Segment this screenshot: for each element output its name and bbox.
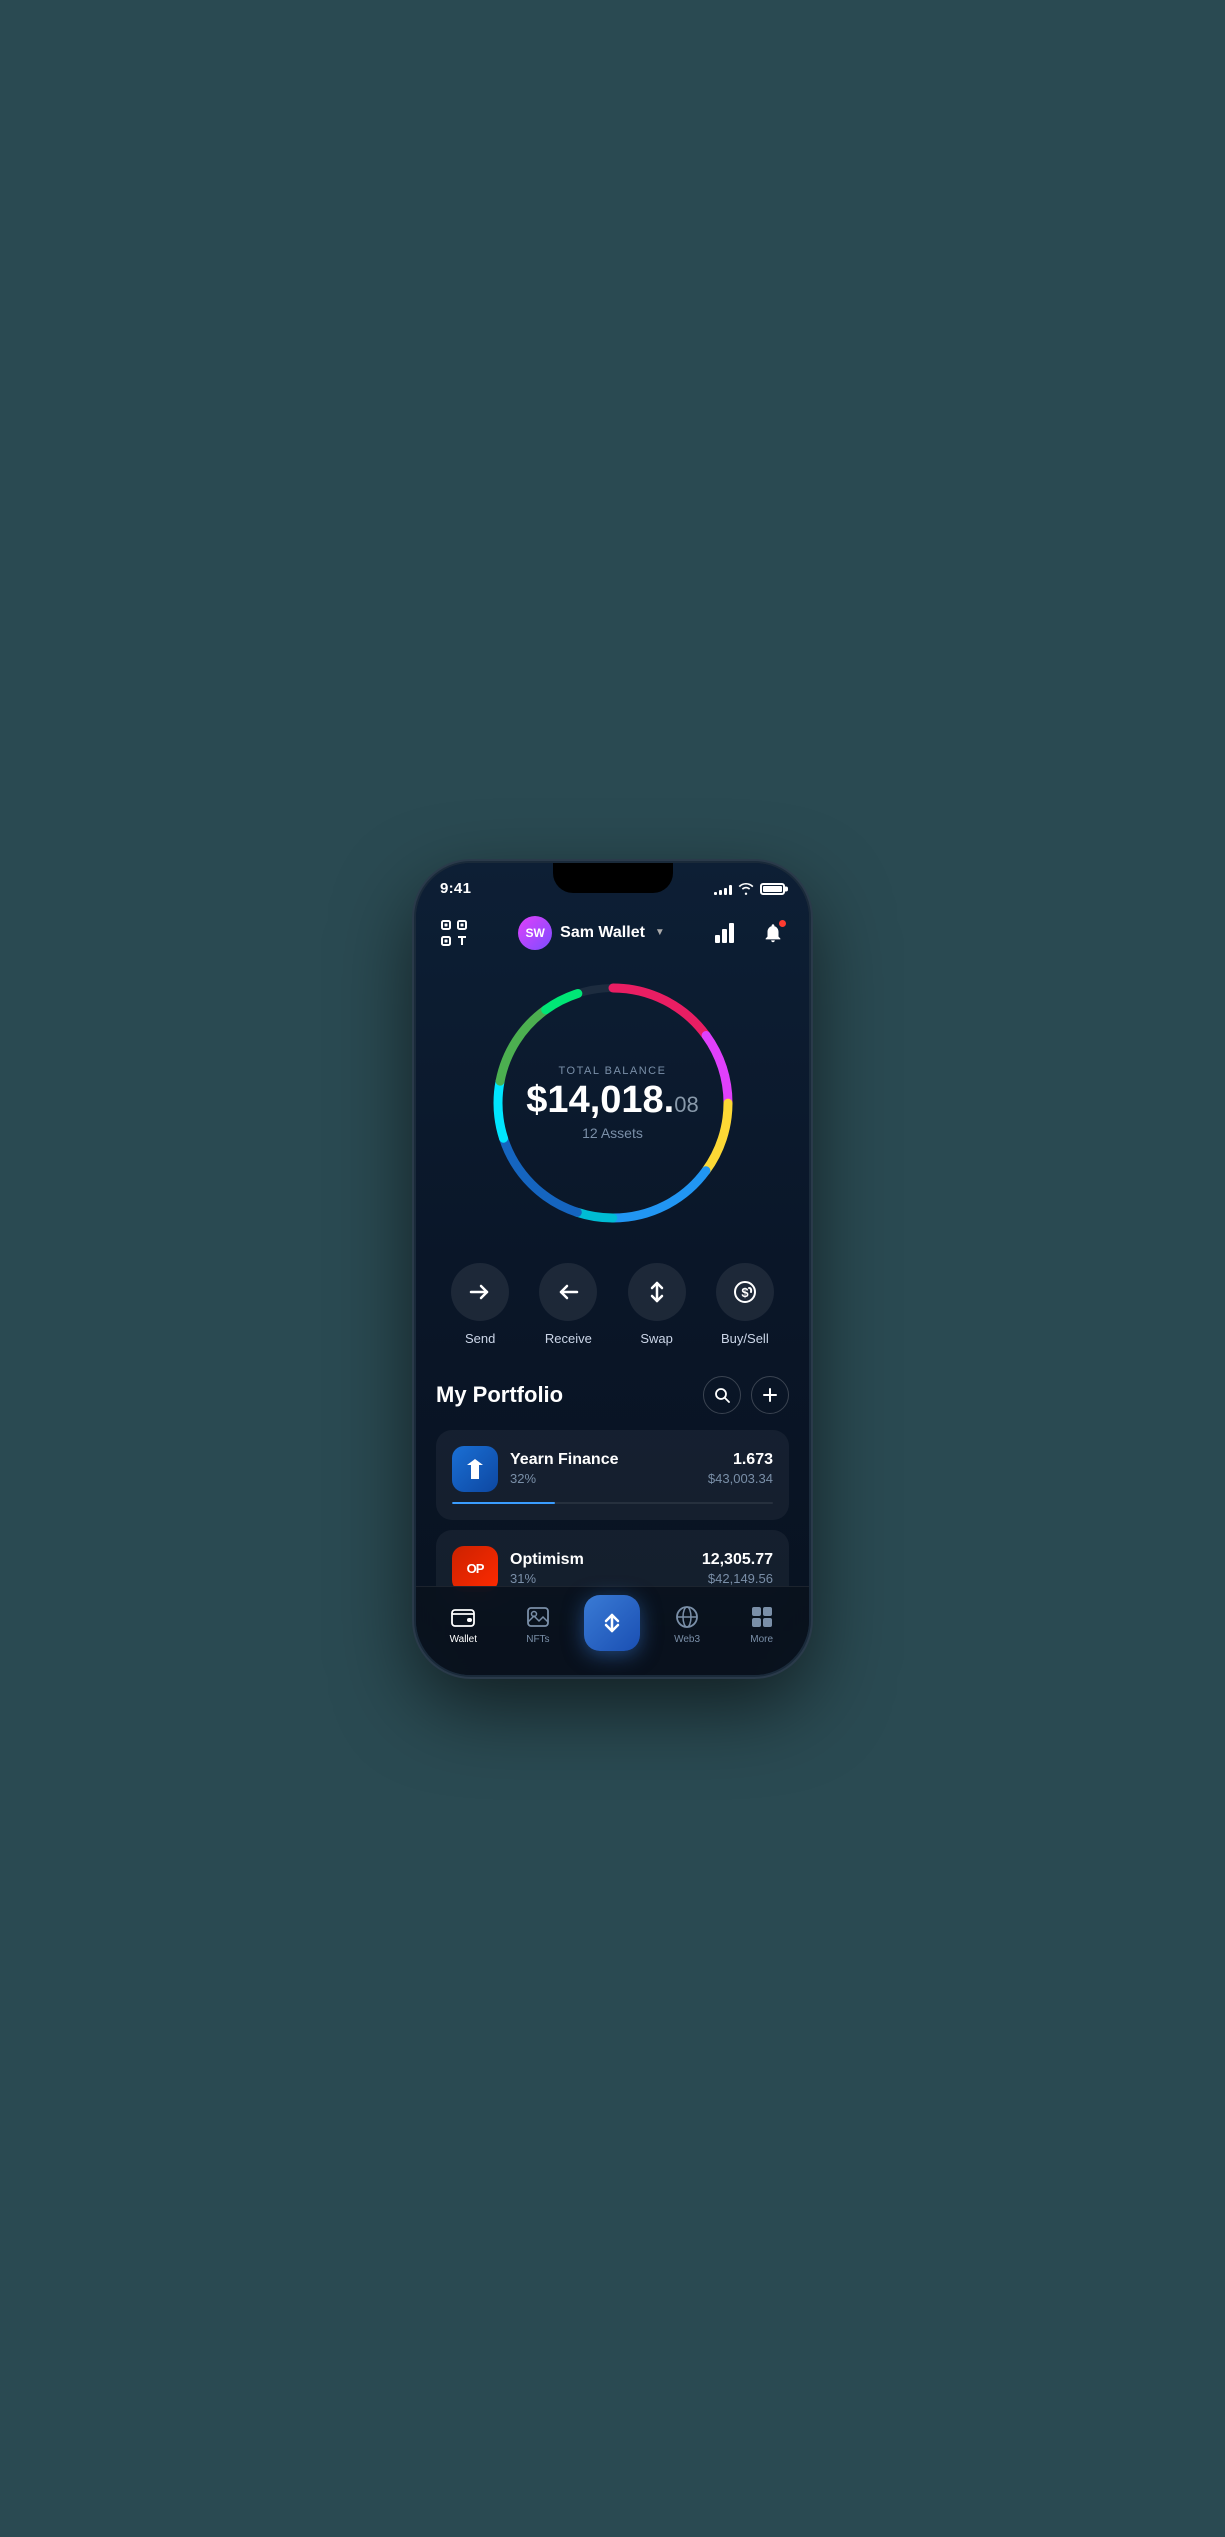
yearn-logo	[452, 1446, 498, 1492]
header-right	[711, 917, 789, 949]
signal-bar-4	[729, 885, 732, 895]
wifi-icon	[738, 883, 754, 895]
buysell-label: Buy/Sell	[721, 1331, 769, 1346]
nav-more[interactable]: More	[724, 1604, 799, 1645]
balance-section: TOTAL BALANCE $14,018.08 12 Assets	[416, 963, 809, 1253]
center-action-button[interactable]	[584, 1595, 640, 1651]
receive-icon	[539, 1263, 597, 1321]
signal-bars-icon	[714, 883, 732, 895]
send-icon	[451, 1263, 509, 1321]
nfts-nav-icon	[525, 1604, 551, 1630]
receive-label: Receive	[545, 1331, 592, 1346]
yearn-progress-bar-bg	[452, 1502, 773, 1504]
signal-bar-3	[724, 888, 727, 895]
nav-center	[575, 1595, 650, 1655]
signal-bar-2	[719, 890, 722, 895]
optimism-amount: 12,305.77	[702, 1551, 773, 1569]
header-center[interactable]: SW Sam Wallet ▼	[518, 916, 665, 950]
bottom-nav: Wallet NFTs	[416, 1586, 809, 1675]
portfolio-add-button[interactable]	[751, 1376, 789, 1414]
svg-text:$: $	[741, 1285, 749, 1300]
yearn-progress-bar	[452, 1502, 555, 1504]
wallet-nav-label: Wallet	[450, 1634, 477, 1645]
bell-icon[interactable]	[757, 917, 789, 949]
yearn-percent: 32%	[510, 1471, 696, 1486]
battery-fill	[763, 886, 782, 892]
asset-values-yearn: 1.673 $43,003.34	[708, 1451, 773, 1486]
wallet-nav-icon	[450, 1604, 476, 1630]
nfts-nav-label: NFTs	[526, 1634, 549, 1645]
more-nav-icon	[749, 1604, 775, 1630]
balance-ring: TOTAL BALANCE $14,018.08 12 Assets	[483, 973, 743, 1233]
status-icons	[714, 883, 785, 895]
notification-badge	[778, 919, 787, 928]
status-time: 9:41	[440, 880, 471, 897]
swap-button[interactable]: Swap	[628, 1263, 686, 1346]
header: SW Sam Wallet ▼	[416, 907, 809, 963]
balance-main: $14,018.08	[526, 1081, 698, 1119]
buysell-button[interactable]: $ Buy/Sell	[716, 1263, 774, 1346]
portfolio-title: My Portfolio	[436, 1382, 563, 1408]
yearn-usd: $43,003.34	[708, 1471, 773, 1486]
chart-icon[interactable]	[711, 917, 743, 949]
nav-nfts[interactable]: NFTs	[501, 1604, 576, 1645]
ring-center: TOTAL BALANCE $14,018.08 12 Assets	[526, 1065, 698, 1141]
asset-info-optimism: Optimism 31%	[510, 1551, 690, 1586]
yearn-name: Yearn Finance	[510, 1451, 696, 1469]
portfolio-header: My Portfolio	[436, 1376, 789, 1414]
asset-card-yearn[interactable]: Yearn Finance 32% 1.673 $43,003.34	[436, 1430, 789, 1520]
web3-nav-icon	[674, 1604, 700, 1630]
balance-label: TOTAL BALANCE	[526, 1065, 698, 1077]
send-button[interactable]: Send	[451, 1263, 509, 1346]
asset-values-optimism: 12,305.77 $42,149.56	[702, 1551, 773, 1586]
more-nav-label: More	[750, 1634, 773, 1645]
buysell-icon: $	[716, 1263, 774, 1321]
chevron-down-icon: ▼	[655, 927, 665, 938]
signal-bar-1	[714, 892, 717, 895]
asset-info-yearn: Yearn Finance 32%	[510, 1451, 696, 1486]
send-label: Send	[465, 1331, 495, 1346]
asset-card-inner-yearn: Yearn Finance 32% 1.673 $43,003.34	[452, 1446, 773, 1492]
swap-icon	[628, 1263, 686, 1321]
nav-web3[interactable]: Web3	[650, 1604, 725, 1645]
battery-icon	[760, 883, 785, 895]
receive-button[interactable]: Receive	[539, 1263, 597, 1346]
scan-icon[interactable]	[436, 915, 472, 951]
swap-label: Swap	[640, 1331, 673, 1346]
phone-frame: 9:41	[416, 863, 809, 1675]
optimism-name: Optimism	[510, 1551, 690, 1569]
portfolio-actions	[703, 1376, 789, 1414]
balance-assets: 12 Assets	[526, 1125, 698, 1141]
optimism-usd: $42,149.56	[702, 1571, 773, 1586]
yearn-amount: 1.673	[708, 1451, 773, 1469]
optimism-percent: 31%	[510, 1571, 690, 1586]
avatar: SW	[518, 916, 552, 950]
header-left	[436, 915, 472, 951]
web3-nav-label: Web3	[674, 1634, 700, 1645]
wallet-name: Sam Wallet	[560, 924, 645, 942]
notch	[553, 863, 673, 893]
action-buttons: Send Receive	[416, 1253, 809, 1366]
balance-cents: 08	[674, 1092, 698, 1117]
screen: 9:41	[416, 863, 809, 1675]
portfolio-search-button[interactable]	[703, 1376, 741, 1414]
nav-wallet[interactable]: Wallet	[426, 1604, 501, 1645]
